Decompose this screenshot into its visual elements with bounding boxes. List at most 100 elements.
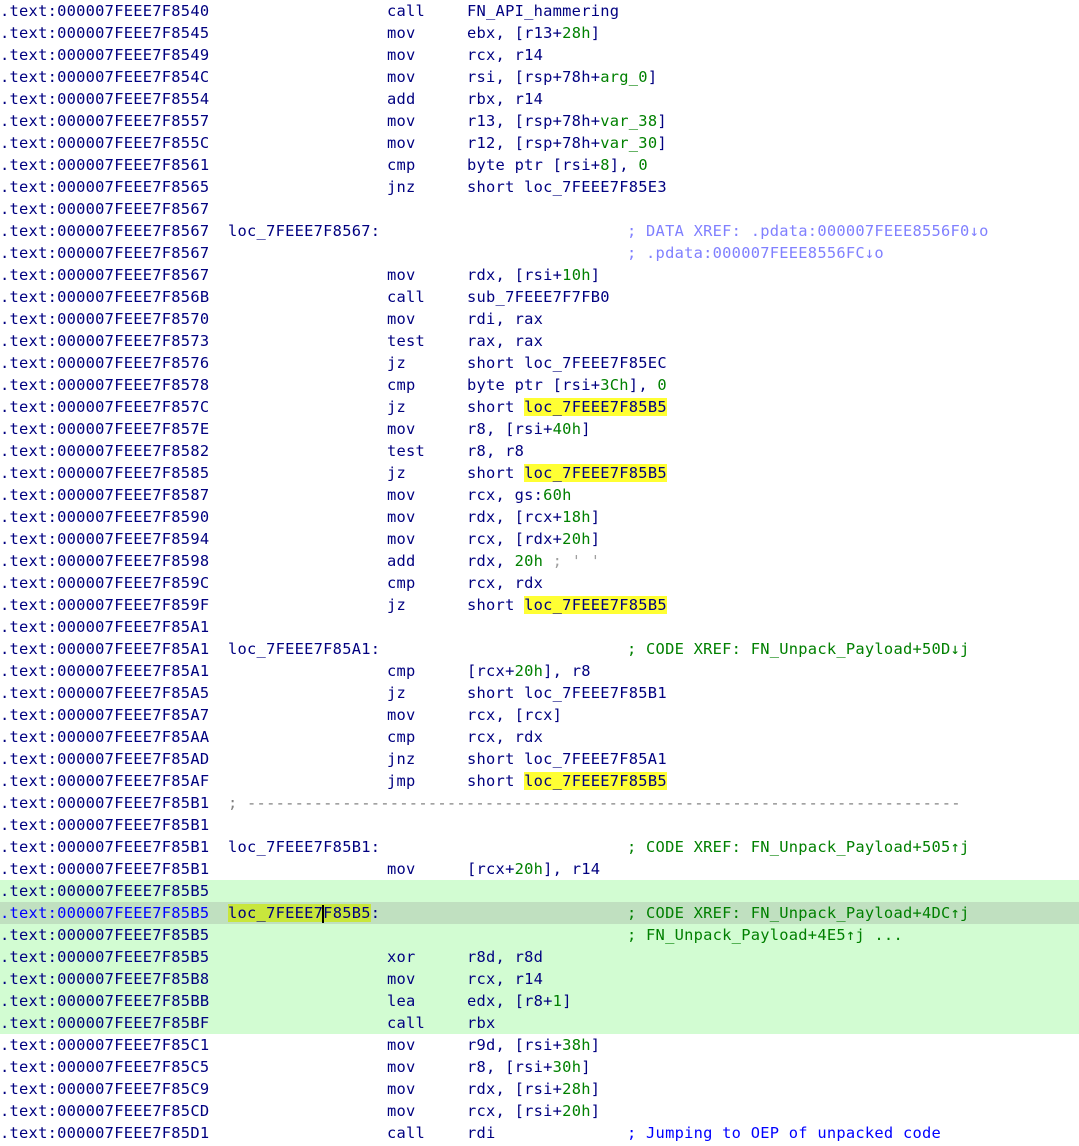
operands[interactable]: sub_7FEEE7F7FB0 [467, 286, 610, 308]
address[interactable]: .text:000007FEEE7F8573 [0, 330, 209, 352]
address[interactable]: .text:000007FEEE7F8557 [0, 110, 209, 132]
mnemonic[interactable]: mov [387, 506, 416, 528]
listing-row[interactable]: .text:000007FEEE7F857E mov r8, [rsi+40h] [0, 418, 1079, 440]
operands[interactable]: [rcx+20h], r8 [467, 660, 591, 682]
listing-row[interactable]: .text:000007FEEE7F85B5 xor r8d, r8d [0, 946, 1079, 968]
listing-row[interactable]: .text:000007FEEE7F8570 mov rdi, rax [0, 308, 1079, 330]
address[interactable]: .text:000007FEEE7F85B5 [0, 946, 209, 968]
operands[interactable]: r13, [rsp+78h+var_38] [467, 110, 667, 132]
listing-row[interactable]: .text:000007FEEE7F855C mov r12, [rsp+78h+v… [0, 132, 1079, 154]
mnemonic[interactable]: mov [387, 704, 416, 726]
operands[interactable]: r12, [rsp+78h+var_30] [467, 132, 667, 154]
mnemonic[interactable]: mov [387, 418, 416, 440]
listing-row[interactable]: .text:000007FEEE7F85AA cmp rcx, rdx [0, 726, 1079, 748]
listing-row[interactable]: .text:000007FEEE7F8594 mov rcx, [rdx+20h] [0, 528, 1079, 550]
address[interactable]: .text:000007FEEE7F8594 [0, 528, 209, 550]
listing-row[interactable]: .text:000007FEEE7F8567 loc_7FEEE7F8567: ; … [0, 220, 1079, 242]
mnemonic[interactable]: jz [387, 682, 406, 704]
listing-row[interactable]: .text:000007FEEE7F859F jz short loc_7FEEE7… [0, 594, 1079, 616]
listing-row[interactable]: .text:000007FEEE7F8567 ; .pdata:000007FEE… [0, 242, 1079, 264]
address[interactable]: .text:000007FEEE7F85A7 [0, 704, 209, 726]
address[interactable]: .text:000007FEEE7F85A1 [0, 616, 209, 638]
mnemonic[interactable]: mov [387, 528, 416, 550]
listing-row[interactable]: .text:000007FEEE7F85A1 cmp [rcx+20h], r8 [0, 660, 1079, 682]
listing-row[interactable]: .text:000007FEEE7F85A1 loc_7FEEE7F85A1: ; … [0, 638, 1079, 660]
code-xref-comment[interactable]: ; CODE XREF: FN_Unpack_Payload+505↑j [627, 836, 970, 858]
address[interactable]: .text:000007FEEE7F8576 [0, 352, 209, 374]
listing-row[interactable]: .text:000007FEEE7F8545 mov ebx, [r13+28h] [0, 22, 1079, 44]
operands[interactable]: rcx, r14 [467, 44, 543, 66]
code-label[interactable]: loc_7FEEE7F85A1: [228, 638, 380, 660]
address[interactable]: .text:000007FEEE7F85BF [0, 1012, 209, 1034]
address[interactable]: .text:000007FEEE7F85D1 [0, 1122, 209, 1144]
mnemonic[interactable]: mov [387, 1056, 416, 1078]
operands[interactable]: short loc_7FEEE7F85A1 [467, 748, 667, 770]
operands[interactable]: rcx, [rcx] [467, 704, 562, 726]
address[interactable]: .text:000007FEEE7F8582 [0, 440, 209, 462]
mnemonic[interactable]: mov [387, 484, 416, 506]
listing-row[interactable]: .text:000007FEEE7F85AF jmp short loc_7FEEE… [0, 770, 1079, 792]
address[interactable]: .text:000007FEEE7F85B5 [0, 902, 209, 924]
operands[interactable]: short loc_7FEEE7F85B5 [467, 594, 667, 616]
address[interactable]: .text:000007FEEE7F8567 [0, 198, 209, 220]
listing-row[interactable]: .text:000007FEEE7F85B1 [0, 814, 1079, 836]
address[interactable]: .text:000007FEEE7F8549 [0, 44, 209, 66]
mnemonic[interactable]: jz [387, 396, 406, 418]
operands[interactable]: rdx, [rsi+28h] [467, 1078, 600, 1100]
listing-row[interactable]: .text:000007FEEE7F85CD mov rcx, [rsi+20h] [0, 1100, 1079, 1122]
operands[interactable]: r8, [rsi+30h] [467, 1056, 591, 1078]
address[interactable]: .text:000007FEEE7F8587 [0, 484, 209, 506]
data-xref-comment[interactable]: ; .pdata:000007FEEE8556FC↓o [627, 242, 884, 264]
address[interactable]: .text:000007FEEE7F85B1 [0, 858, 209, 880]
address[interactable]: .text:000007FEEE7F85A1 [0, 660, 209, 682]
listing-row[interactable]: .text:000007FEEE7F85C1 mov r9d, [rsi+38h] [0, 1034, 1079, 1056]
address[interactable]: .text:000007FEEE7F85A5 [0, 682, 209, 704]
address[interactable]: .text:000007FEEE7F85CD [0, 1100, 209, 1122]
mnemonic[interactable]: jmp [387, 770, 416, 792]
operands[interactable]: r8, [rsi+40h] [467, 418, 591, 440]
address[interactable]: .text:000007FEEE7F8565 [0, 176, 209, 198]
mnemonic[interactable]: jnz [387, 748, 416, 770]
listing-row[interactable]: .text:000007FEEE7F85C5 mov r8, [rsi+30h] [0, 1056, 1079, 1078]
operands[interactable]: rdx, [rsi+10h] [467, 264, 600, 286]
address[interactable]: .text:000007FEEE7F8545 [0, 22, 209, 44]
mnemonic[interactable]: test [387, 440, 425, 462]
listing-row[interactable]: .text:000007FEEE7F8590 mov rdx, [rcx+18h] [0, 506, 1079, 528]
listing-row[interactable]: .text:000007FEEE7F8576 jz short loc_7FEEE7… [0, 352, 1079, 374]
code-label[interactable]: loc_7FEEE7F85B5: [228, 902, 380, 924]
operands[interactable]: rbx, r14 [467, 88, 543, 110]
operands[interactable]: rcx, gs:60h [467, 484, 572, 506]
address[interactable]: .text:000007FEEE7F85B5 [0, 924, 209, 946]
address[interactable]: .text:000007FEEE7F857C [0, 396, 209, 418]
listing-row[interactable]: .text:000007FEEE7F8578 cmp byte ptr [rsi+3… [0, 374, 1079, 396]
current-line[interactable]: .text:000007FEEE7F85B5 loc_7FEEE7F85B5: ; … [0, 902, 1079, 924]
mnemonic[interactable]: mov [387, 22, 416, 44]
listing-row[interactable]: .text:000007FEEE7F8587 mov rcx, gs:60h [0, 484, 1079, 506]
mnemonic[interactable]: jz [387, 594, 406, 616]
listing-row[interactable]: .text:000007FEEE7F8567 mov rdx, [rsi+10h] [0, 264, 1079, 286]
listing-row[interactable]: .text:000007FEEE7F8582 test r8, r8 [0, 440, 1079, 462]
listing-row[interactable]: .text:000007FEEE7F85AD jnz short loc_7FEEE… [0, 748, 1079, 770]
address[interactable]: .text:000007FEEE7F85B1 [0, 836, 209, 858]
listing-row[interactable]: .text:000007FEEE7F8540 call FN_API_hammeri… [0, 0, 1079, 22]
listing-row[interactable]: .text:000007FEEE7F8585 jz short loc_7FEEE7… [0, 462, 1079, 484]
listing-row[interactable]: .text:000007FEEE7F85D1 call rdi ; Jumping t… [0, 1122, 1079, 1144]
mnemonic[interactable]: call [387, 1122, 425, 1144]
operands[interactable]: short loc_7FEEE7F85B5 [467, 396, 667, 418]
listing-row[interactable]: .text:000007FEEE7F857C jz short loc_7FEEE7… [0, 396, 1079, 418]
operands[interactable]: r8d, r8d [467, 946, 543, 968]
address[interactable]: .text:000007FEEE7F8578 [0, 374, 209, 396]
operands[interactable]: rdx, 20h ; ' ' [467, 550, 600, 572]
mnemonic[interactable]: add [387, 550, 416, 572]
mnemonic[interactable]: cmp [387, 154, 416, 176]
listing-row[interactable]: .text:000007FEEE7F85A5 jz short loc_7FEEE7… [0, 682, 1079, 704]
mnemonic[interactable]: xor [387, 946, 416, 968]
mnemonic[interactable]: mov [387, 110, 416, 132]
operands[interactable]: short loc_7FEEE7F85B1 [467, 682, 667, 704]
address[interactable]: .text:000007FEEE7F857E [0, 418, 209, 440]
address[interactable]: .text:000007FEEE7F85C1 [0, 1034, 209, 1056]
mnemonic[interactable]: mov [387, 1034, 416, 1056]
operands[interactable]: FN_API_hammering [467, 0, 619, 22]
address[interactable]: .text:000007FEEE7F8567 [0, 242, 209, 264]
address[interactable]: .text:000007FEEE7F8590 [0, 506, 209, 528]
